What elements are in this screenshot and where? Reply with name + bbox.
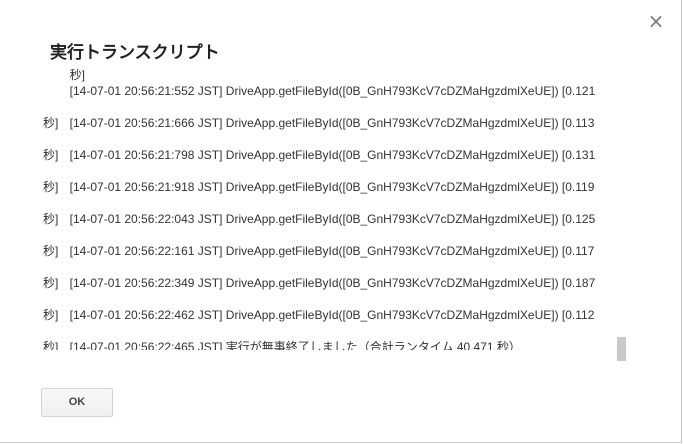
transcript-log-content: 秒] [14-07-01 20:56:21:552 JST] DriveApp.… — [43, 60, 613, 350]
log-entry: [14-07-01 20:56:22:161 JST] DriveApp.get… — [43, 227, 613, 290]
execution-transcript-dialog: × 実行トランスクリプト 秒] [14-07-01 20:56:21:552 J… — [0, 0, 682, 443]
close-icon[interactable]: × — [647, 11, 665, 31]
log-line: [14-07-01 20:56:21:666 JST] DriveApp.get… — [69, 116, 595, 130]
log-line: [14-07-01 20:56:21:552 JST] DriveApp.get… — [69, 84, 596, 98]
log-completion-line: [14-07-01 20:56:22:465 JST] 実行が無事終了しました（… — [69, 340, 521, 350]
ok-button[interactable]: OK — [41, 388, 113, 417]
log-entry: [14-07-01 20:56:22:349 JST] DriveApp.get… — [43, 259, 613, 322]
log-entry: [14-07-01 20:56:21:666 JST] DriveApp.get… — [43, 99, 613, 162]
log-scrollbar[interactable] — [617, 62, 626, 362]
log-entry: [14-07-01 20:56:22:043 JST] DriveApp.get… — [43, 195, 613, 258]
transcript-log[interactable]: 秒] [14-07-01 20:56:21:552 JST] DriveApp.… — [43, 60, 613, 350]
log-entry: [14-07-01 20:56:21:798 JST] DriveApp.get… — [43, 131, 613, 194]
log-line-continuation: 秒] — [69, 68, 86, 82]
log-line: [14-07-01 20:56:21:798 JST] DriveApp.get… — [69, 148, 596, 162]
log-entry: [14-07-01 20:56:21:918 JST] DriveApp.get… — [43, 163, 613, 226]
log-line: [14-07-01 20:56:22:349 JST] DriveApp.get… — [69, 276, 596, 290]
log-fragment: 秒] — [43, 60, 613, 82]
scrollbar-thumb[interactable] — [617, 337, 626, 361]
log-entry: [14-07-01 20:56:22:462 JST] DriveApp.get… — [43, 291, 613, 350]
log-entry: [14-07-01 20:56:21:552 JST] DriveApp.get… — [43, 67, 613, 130]
log-line: [14-07-01 20:56:22:462 JST] DriveApp.get… — [69, 308, 595, 322]
log-line: [14-07-01 20:56:21:918 JST] DriveApp.get… — [69, 180, 595, 194]
log-entry-final: [14-07-01 20:56:22:465 JST] 実行が無事終了しました（… — [43, 323, 613, 350]
log-line: [14-07-01 20:56:22:161 JST] DriveApp.get… — [69, 244, 595, 258]
log-line: [14-07-01 20:56:22:043 JST] DriveApp.get… — [69, 212, 596, 226]
